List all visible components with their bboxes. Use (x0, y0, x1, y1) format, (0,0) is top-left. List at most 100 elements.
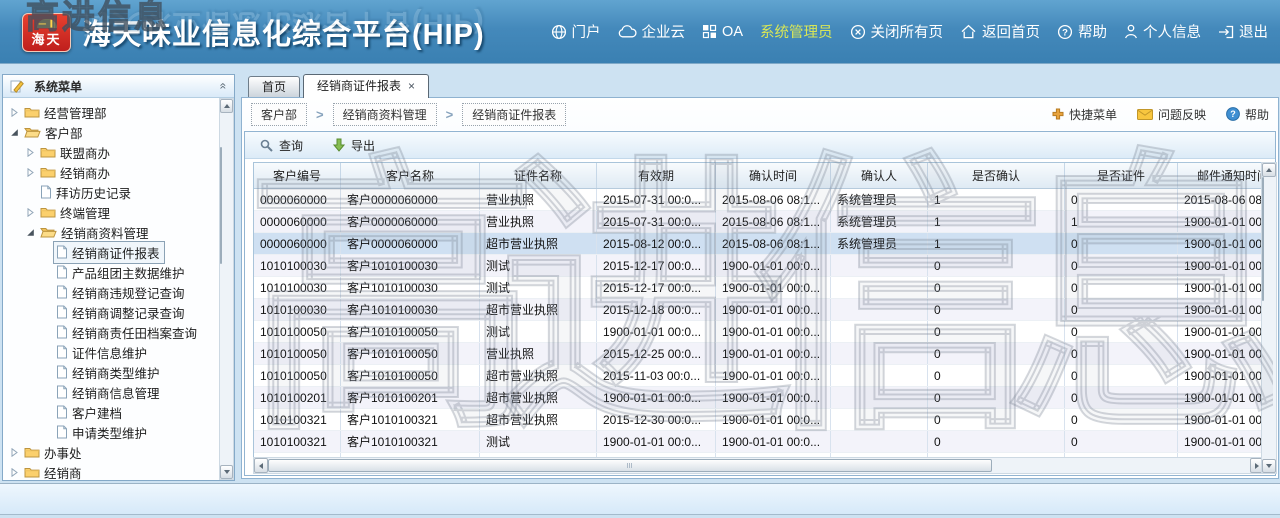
page-help-button[interactable]: ?帮助 (1226, 106, 1269, 123)
tree-collapsed-icon[interactable] (8, 448, 21, 457)
table-body: 0000060000客户0000060000营业执照2015-07-31 00:… (254, 189, 1265, 460)
column-header[interactable]: 有效期 (597, 163, 716, 189)
tree-collapsed-icon[interactable] (24, 168, 37, 177)
table-row[interactable]: 1010100050客户1010100050测试1900-01-01 00:0.… (254, 321, 1265, 343)
table-cell: 0 (928, 321, 1065, 343)
table-cell: 0 (928, 431, 1065, 453)
scroll-up-icon[interactable] (220, 99, 233, 113)
help-icon: ? (1057, 24, 1073, 40)
breadcrumb-item[interactable]: 经销商证件报表 (462, 103, 566, 126)
column-header[interactable]: 客户编号 (254, 163, 341, 189)
column-header[interactable]: 证件名称 (480, 163, 597, 189)
sidebar-item[interactable]: 申请类型维护 (3, 422, 220, 442)
nav-close-all-pages-label: 关闭所有页 (871, 21, 944, 42)
column-header[interactable]: 确认人 (831, 163, 928, 189)
nav-personal-info[interactable]: 个人信息 (1124, 21, 1201, 42)
table-v-scrollbar[interactable] (1261, 162, 1277, 474)
table-row[interactable]: 1010100321客户1010100321测试1900-01-01 00:0.… (254, 431, 1265, 453)
v-scrollbar-thumb[interactable] (1262, 177, 1264, 301)
table-cell: 0 (928, 343, 1065, 365)
nav-current-user[interactable]: 系统管理员 (760, 21, 833, 42)
sidebar-item[interactable]: 经销商资料管理 (3, 222, 220, 242)
scroll-up-icon[interactable] (1262, 163, 1276, 177)
tree-collapsed-icon[interactable] (8, 468, 21, 477)
scroll-down-icon[interactable] (1262, 459, 1276, 473)
nav-portal[interactable]: 门户 (551, 21, 601, 42)
table-cell: 营业执照 (480, 211, 597, 233)
breadcrumb-item[interactable]: 经销商资料管理 (333, 103, 437, 126)
sidebar-item[interactable]: 证件信息维护 (3, 342, 220, 362)
sidebar-item[interactable]: 经销商 (3, 462, 220, 480)
column-header[interactable]: 邮件通知时间 (1178, 163, 1266, 189)
quick-menu-button[interactable]: 快捷菜单 (1052, 106, 1117, 123)
table-row[interactable]: 1010100030客户1010100030测试2015-12-17 00:0.… (254, 255, 1265, 277)
tab-close-icon[interactable]: × (408, 79, 415, 93)
sidebar-item[interactable]: 拜访历史记录 (3, 182, 220, 202)
sidebar-item[interactable]: 经销商信息管理 (3, 382, 220, 402)
logo-text: 海天 (23, 29, 70, 48)
sidebar-item[interactable]: 经销商责任田档案查询 (3, 322, 220, 342)
column-header[interactable]: 确认时间 (716, 163, 831, 189)
query-button[interactable]: 查询 (260, 137, 303, 154)
sidebar-item[interactable]: 客户建档 (3, 402, 220, 422)
table-row[interactable]: 0000060000客户0000060000营业执照2015-07-31 00:… (254, 189, 1265, 211)
scrollbar-thumb[interactable] (220, 147, 222, 264)
export-button[interactable]: 导出 (333, 137, 375, 154)
sidebar-item[interactable]: 经销商调整记录查询 (3, 302, 220, 322)
breadcrumb-item[interactable]: 客户部 (251, 103, 307, 126)
tree-expanded-icon[interactable] (24, 228, 37, 237)
sidebar-item[interactable]: 客户部 (3, 122, 220, 142)
scroll-left-icon[interactable] (254, 458, 268, 473)
sidebar-item[interactable]: 经销商证件报表 (3, 242, 220, 262)
page-title-reflection: 海天味业信息化综合平台(HIP) (82, 6, 485, 44)
table-row[interactable]: 1010100050客户1010100050营业执照2015-12-25 00:… (254, 343, 1265, 365)
column-header[interactable]: 是否确认 (928, 163, 1065, 189)
tree-collapsed-icon[interactable] (24, 208, 37, 217)
tab-label: 经销商证件报表 (317, 79, 401, 93)
scroll-down-icon[interactable] (220, 465, 233, 479)
sidebar-scrollbar[interactable] (219, 98, 234, 480)
table-cell: 0 (1065, 409, 1178, 431)
document-icon (40, 185, 52, 199)
tree-collapsed-icon[interactable] (8, 108, 21, 117)
tree-collapsed-icon[interactable] (24, 148, 37, 157)
table-row[interactable]: 0000060000客户0000060000超市营业执照2015-08-12 0… (254, 233, 1265, 255)
feedback-button[interactable]: 问题反映 (1137, 106, 1206, 123)
nav-oa[interactable]: OA (702, 24, 743, 40)
sidebar-item[interactable]: 经销商办 (3, 162, 220, 182)
table-row[interactable]: 1010100201客户1010100201超市营业执照1900-01-01 0… (254, 387, 1265, 409)
table-row[interactable]: 1010100030客户1010100030超市营业执照2015-12-18 0… (254, 299, 1265, 321)
sidebar-item[interactable]: 产品组团主数据维护 (3, 262, 220, 282)
collapse-sidebar-icon[interactable] (220, 81, 227, 91)
portal-icon (551, 24, 567, 40)
table-cell: 2015-07-31 00:0... (597, 211, 716, 233)
nav-close-all-pages[interactable]: 关闭所有页 (850, 21, 944, 42)
table-h-scrollbar[interactable] (253, 457, 1265, 474)
tab-1[interactable]: 经销商证件报表 × (303, 74, 429, 98)
table-row[interactable]: 1010100321客户1010100321超市营业执照2015-12-30 0… (254, 409, 1265, 431)
h-scrollbar-thumb[interactable] (268, 459, 992, 472)
sidebar-item[interactable]: 终端管理 (3, 202, 220, 222)
nav-enterprise-cloud[interactable]: 企业云 (618, 21, 686, 42)
table-cell: 0000060000 (254, 233, 341, 255)
column-header[interactable]: 客户名称 (341, 163, 480, 189)
nav-help[interactable]: ?帮助 (1057, 21, 1107, 42)
sidebar-item[interactable]: 经营管理部 (3, 102, 220, 122)
sidebar-item[interactable]: 联盟商办 (3, 142, 220, 162)
tab-0[interactable]: 首页 (248, 76, 300, 97)
table-row[interactable]: 0000060000客户0000060000营业执照2015-07-31 00:… (254, 211, 1265, 233)
sidebar-item[interactable]: 办事处 (3, 442, 220, 462)
tree-expanded-icon[interactable] (8, 128, 21, 137)
column-header[interactable]: 是否证件 (1065, 163, 1178, 189)
table-row[interactable]: 1010100050客户1010100050超市营业执照2015-11-03 0… (254, 365, 1265, 387)
query-icon (260, 139, 273, 152)
nav-back-home[interactable]: 返回首页 (960, 21, 1040, 42)
table-cell: 1900-01-01 00:0... (1178, 233, 1266, 255)
nav-current-user-label: 系统管理员 (760, 21, 833, 42)
tree-node[interactable]: 经销商 (21, 461, 87, 481)
table-row[interactable]: 1010100030客户1010100030测试2015-12-17 00:0.… (254, 277, 1265, 299)
nav-logout[interactable]: 退出 (1218, 21, 1268, 42)
sidebar-item[interactable]: 经销商类型维护 (3, 362, 220, 382)
report-table: 客户编号客户名称证件名称有效期确认时间确认人是否确认是否证件邮件通知时间 000… (254, 163, 1265, 459)
sidebar-item[interactable]: 经销商违规登记查询 (3, 282, 220, 302)
